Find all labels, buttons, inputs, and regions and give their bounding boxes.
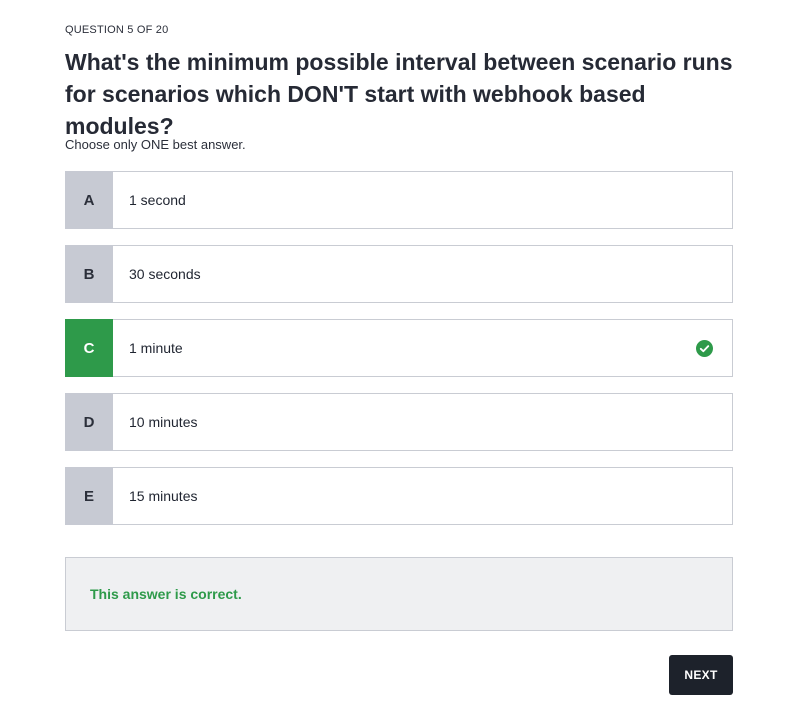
check-circle-icon — [696, 340, 713, 357]
answer-option-a[interactable]: A 1 second — [65, 171, 733, 229]
feedback-message: This answer is correct. — [90, 586, 242, 602]
option-text: 1 second — [129, 192, 186, 208]
option-letter: B — [65, 245, 113, 303]
answer-instruction: Choose only ONE best answer. — [65, 137, 246, 152]
answer-option-c[interactable]: C 1 minute — [65, 319, 733, 377]
question-text: What's the minimum possible interval bet… — [65, 49, 733, 139]
option-text: 1 minute — [129, 340, 183, 356]
option-text: 30 seconds — [129, 266, 201, 282]
option-letter: E — [65, 467, 113, 525]
answer-options: A 1 second B 30 seconds C 1 minute D 10 … — [65, 171, 733, 541]
answer-feedback-panel: This answer is correct. — [65, 557, 733, 631]
question-progress: QUESTION 5 OF 20 — [65, 24, 169, 36]
option-letter: D — [65, 393, 113, 451]
option-text: 15 minutes — [129, 488, 198, 504]
answer-option-e[interactable]: E 15 minutes — [65, 467, 733, 525]
option-text: 10 minutes — [129, 414, 198, 430]
next-button[interactable]: NEXT — [669, 655, 733, 695]
answer-option-d[interactable]: D 10 minutes — [65, 393, 733, 451]
option-letter: C — [65, 319, 113, 377]
answer-option-b[interactable]: B 30 seconds — [65, 245, 733, 303]
option-letter: A — [65, 171, 113, 229]
